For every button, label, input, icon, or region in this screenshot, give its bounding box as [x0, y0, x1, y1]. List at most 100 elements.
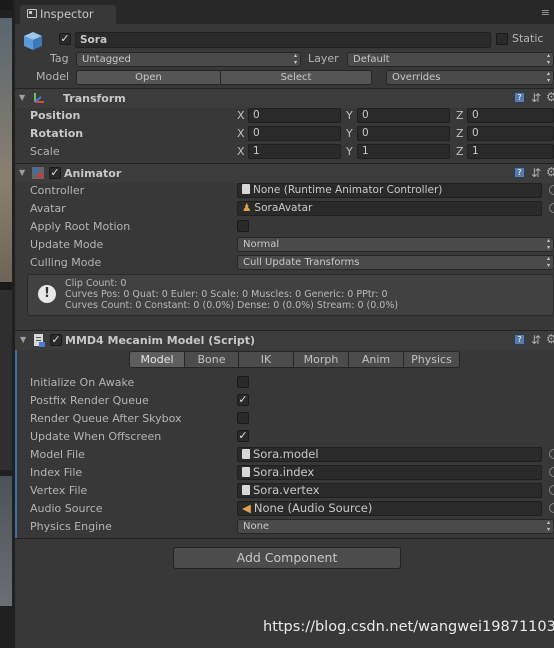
render-queue-after-skybox-label: Render Queue After Skybox — [30, 412, 182, 425]
mmd4-title: MMD4 Mecanim Model (Script) — [65, 334, 256, 347]
presets-icon[interactable]: ⇵ — [531, 333, 541, 347]
foldout-arrow-icon[interactable]: ▼ — [19, 93, 25, 102]
layer-dropdown[interactable]: Default — [347, 52, 554, 67]
tab-anim[interactable]: Anim — [349, 351, 404, 368]
object-picker-icon[interactable] — [549, 503, 554, 513]
select-button[interactable]: Select — [220, 70, 372, 85]
presets-icon[interactable]: ⇵ — [531, 166, 541, 180]
vertex-file-label: Vertex File — [30, 484, 88, 497]
object-picker-icon[interactable] — [549, 203, 554, 213]
audio-source-field[interactable]: ◀ None (Audio Source) — [237, 501, 542, 516]
postfix-render-queue-label: Postfix Render Queue — [30, 394, 149, 407]
scale-label: Scale — [30, 145, 60, 158]
tab-inspector[interactable]: Inspector — [20, 5, 116, 24]
update-mode-dropdown[interactable]: Normal — [237, 237, 554, 252]
scale-z-input[interactable]: 1 — [467, 144, 554, 159]
file-icon — [242, 485, 250, 495]
avatar-label: Avatar — [30, 202, 66, 215]
component-header-icons: ? ⇵ ⚙ — [514, 165, 554, 180]
active-toggle[interactable]: ✓ — [59, 33, 71, 45]
static-toggle[interactable] — [496, 33, 508, 45]
animator-enabled-toggle[interactable]: ✓ — [49, 167, 61, 179]
position-x-input[interactable]: 0 — [248, 108, 341, 123]
position-label: Position — [30, 109, 81, 122]
animator-header[interactable]: ▼ ✓ Animator ? ⇵ ⚙ — [15, 164, 554, 183]
tab-physics[interactable]: Physics — [404, 351, 460, 368]
position-y-axis: Y — [346, 109, 353, 122]
update-when-offscreen-label: Update When Offscreen — [30, 430, 162, 443]
open-button[interactable]: Open — [76, 70, 221, 85]
render-queue-after-skybox-toggle[interactable] — [237, 412, 249, 424]
script-icon — [32, 333, 46, 347]
component-header-icons: ? ⇵ ⚙ — [514, 332, 554, 347]
foldout-arrow-icon[interactable]: ▼ — [20, 335, 26, 344]
model-label: Model — [36, 70, 70, 83]
rotation-x-input[interactable]: 0 — [248, 126, 341, 141]
object-name-input[interactable]: Sora — [75, 32, 491, 48]
mmd4-enabled-toggle[interactable]: ✓ — [50, 334, 62, 346]
scene-preview-bottom — [0, 476, 12, 606]
presets-icon[interactable]: ⇵ — [531, 91, 541, 105]
add-component-button[interactable]: Add Component — [173, 547, 401, 569]
object-picker-icon[interactable] — [549, 467, 554, 477]
help-book-icon[interactable]: ? — [514, 167, 525, 178]
position-z-input[interactable]: 0 — [467, 108, 554, 123]
gear-icon[interactable]: ⚙ — [546, 332, 554, 346]
postfix-render-queue-toggle[interactable]: ✓ — [237, 394, 249, 406]
position-z-axis: Z — [456, 109, 464, 122]
tag-dropdown[interactable]: Untagged — [76, 52, 301, 67]
rotation-z-axis: Z — [456, 127, 464, 140]
rotation-y-input[interactable]: 0 — [357, 126, 450, 141]
tab-morph[interactable]: Morph — [294, 351, 349, 368]
inspector-icon — [27, 9, 37, 18]
object-picker-icon[interactable] — [549, 485, 554, 495]
help-book-icon[interactable]: ? — [514, 334, 525, 345]
mmd4-header[interactable]: ▼ ✓ MMD4 Mecanim Model (Script) ? ⇵ ⚙ — [15, 331, 554, 350]
layer-label: Layer — [308, 52, 339, 65]
scene-toolbar-top — [0, 0, 12, 10]
help-book-icon[interactable]: ? — [514, 92, 525, 103]
transform-title: Transform — [63, 92, 126, 105]
scale-y-input[interactable]: 1 — [357, 144, 450, 159]
file-icon — [242, 449, 250, 459]
gear-icon[interactable]: ⚙ — [546, 90, 554, 104]
info-line: Clip Count: 0 — [65, 278, 127, 289]
scale-x-axis: X — [237, 145, 245, 158]
divider — [15, 538, 554, 539]
transform-header[interactable]: ▼ Transform ? ⇵ ⚙ — [15, 89, 554, 108]
rotation-label: Rotation — [30, 127, 84, 140]
gear-icon[interactable]: ⚙ — [546, 165, 554, 179]
avatar-icon: ♟ — [242, 202, 252, 214]
inspector-panel: Inspector ≡ ✓ Sora Static Tag Untagged L… — [15, 0, 554, 648]
rotation-z-input[interactable]: 0 — [467, 126, 554, 141]
tab-menu-icon[interactable]: ≡ — [541, 6, 550, 19]
animator-icon — [31, 166, 45, 180]
overrides-dropdown[interactable]: Overrides — [386, 70, 554, 85]
index-file-field[interactable]: Sora.index — [237, 465, 542, 480]
object-picker-icon[interactable] — [549, 185, 554, 195]
object-picker-icon[interactable] — [549, 449, 554, 459]
tab-ik[interactable]: IK — [239, 351, 294, 368]
position-y-input[interactable]: 0 — [357, 108, 450, 123]
physics-engine-dropdown[interactable]: None — [237, 519, 554, 534]
scale-x-input[interactable]: 1 — [248, 144, 341, 159]
model-file-field[interactable]: Sora.model — [237, 447, 542, 462]
vertex-file-field[interactable]: Sora.vertex — [237, 483, 542, 498]
foldout-arrow-icon[interactable]: ▼ — [19, 168, 25, 177]
selected-component-highlight — [15, 331, 17, 538]
tab-bone[interactable]: Bone — [185, 351, 239, 368]
physics-engine-label: Physics Engine — [30, 520, 112, 533]
audio-source-label: Audio Source — [30, 502, 103, 515]
apply-root-motion-toggle[interactable] — [237, 220, 249, 232]
controller-field[interactable]: None (Runtime Animator Controller) — [237, 183, 542, 198]
update-when-offscreen-toggle[interactable]: ✓ — [237, 430, 249, 442]
initialize-on-awake-toggle[interactable] — [237, 376, 249, 388]
culling-mode-dropdown[interactable]: Cull Update Transforms — [237, 255, 554, 270]
info-icon: ! — [38, 285, 56, 303]
position-x-axis: X — [237, 109, 245, 122]
apply-root-motion-label: Apply Root Motion — [30, 220, 131, 233]
tab-model[interactable]: Model — [129, 351, 185, 368]
avatar-field[interactable]: ♟ SoraAvatar — [237, 201, 542, 216]
component-header-icons: ? ⇵ ⚙ — [514, 90, 554, 105]
initialize-on-awake-label: Initialize On Awake — [30, 376, 135, 389]
